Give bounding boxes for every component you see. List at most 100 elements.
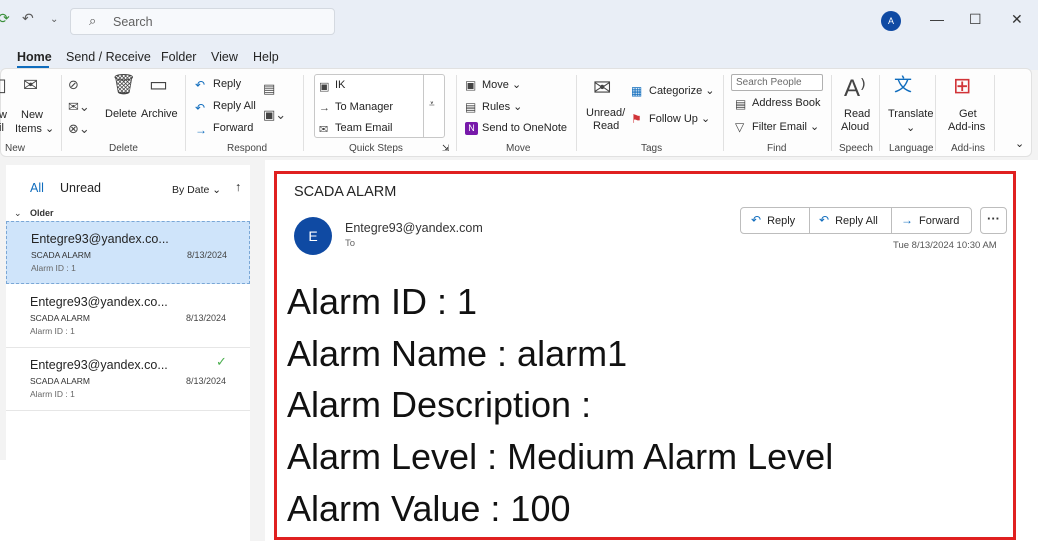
read-aloud-button-line2[interactable]: Aloud — [841, 121, 869, 133]
list-item[interactable]: Entegre93@yandex.co... SCADA ALARM Alarm… — [6, 285, 250, 348]
reply-all-button[interactable]: ↶ Reply All — [819, 208, 878, 233]
rules-button[interactable]: Rules ⌄ — [482, 100, 522, 113]
ribbon-reply-all-button[interactable]: Reply All — [213, 100, 256, 112]
group-label-find: Find — [767, 143, 787, 154]
body-line-alarm-description: Alarm Description : — [287, 384, 592, 425]
address-book-icon: ▤ — [735, 97, 747, 111]
ribbon-reply-button[interactable]: Reply — [213, 78, 241, 90]
filter-unread-tab[interactable]: Unread — [60, 181, 101, 195]
junk-icon[interactable]: ⊗⌄ — [68, 121, 90, 137]
ribbon-separator — [994, 75, 995, 151]
tab-send-receive[interactable]: Send / Receive — [66, 50, 151, 64]
follow-up-button[interactable]: Follow Up ⌄ — [649, 112, 710, 125]
meeting-icon[interactable]: ▤ — [263, 81, 275, 97]
quick-steps-expand-icon[interactable]: ⩡ — [429, 99, 435, 110]
search-placeholder: Search — [113, 15, 153, 29]
translate-dropdown[interactable]: ⌄ — [906, 121, 915, 134]
delete-button[interactable]: Delete — [105, 108, 137, 120]
filter-all-tab[interactable]: All — [30, 181, 44, 195]
archive-icon[interactable]: ▭ — [149, 75, 168, 95]
get-add-ins-button[interactable]: Get — [959, 108, 977, 120]
ribbon-collapse-icon[interactable]: ⌄ — [1015, 137, 1024, 150]
message-preview: Alarm ID : 1 — [31, 263, 76, 273]
reply-icon: ↶ — [751, 213, 762, 227]
sort-by-date-button[interactable]: By Date ⌄ — [172, 184, 221, 196]
undo-icon[interactable]: ↶ — [22, 10, 34, 27]
account-avatar[interactable]: A — [881, 11, 901, 31]
categorize-icon: ▦ — [631, 84, 643, 98]
trash-icon[interactable]: 🗑 — [111, 75, 136, 95]
new-items-dropdown[interactable]: Items ⌄ — [15, 122, 54, 135]
section-header-older[interactable]: ⌄ Older — [8, 208, 250, 222]
search-input[interactable]: ⌕ Search — [70, 8, 335, 35]
new-email-fragment[interactable]: w — [0, 109, 7, 121]
quick-step-team-email[interactable]: Team Email — [335, 122, 392, 134]
body-line-alarm-level: Alarm Level : Medium Alarm Level — [287, 436, 834, 477]
tab-folder[interactable]: Folder — [161, 50, 196, 64]
search-people-input[interactable]: Search People — [731, 74, 823, 91]
move-icon: ▣ — [465, 78, 477, 92]
action-divider — [891, 208, 892, 233]
read-aloud-icon[interactable]: A⁾ — [844, 77, 866, 101]
message-date: 8/13/2024 — [187, 250, 228, 260]
message-preview: Alarm ID : 1 — [30, 389, 75, 399]
ribbon: ▯ w il ✉ New Items ⌄ New ⊘ ✉⌄ ⊗⌄ 🗑 Delet… — [0, 68, 1032, 157]
send-to-onenote-button[interactable]: Send to OneNote — [482, 122, 567, 134]
quick-steps-divider — [423, 75, 424, 137]
message-preview: Alarm ID : 1 — [30, 326, 75, 336]
new-items-button[interactable]: New — [21, 109, 43, 121]
menu-tabs: Home Send / Receive Folder View Help — [0, 42, 1038, 70]
sender-avatar[interactable]: E — [294, 217, 332, 255]
quick-step-ik[interactable]: IK — [335, 79, 345, 91]
body-line-alarm-id: Alarm ID : 1 — [287, 281, 478, 322]
add-ins-icon[interactable]: ⊞ — [953, 75, 971, 97]
section-label: Older — [30, 208, 54, 218]
minimize-icon[interactable]: — — [930, 11, 944, 27]
ribbon-forward-button[interactable]: Forward — [213, 122, 253, 134]
sender-address[interactable]: Entegre93@yandex.com — [345, 221, 483, 235]
ribbon-separator — [576, 75, 577, 151]
sync-icon[interactable]: ⟳ — [0, 10, 10, 27]
ignore-icon[interactable]: ⊘ — [68, 77, 79, 93]
forward-icon: → — [901, 213, 913, 227]
quick-steps-launcher-icon[interactable]: ⇲ — [442, 143, 450, 154]
tab-view[interactable]: View — [211, 50, 238, 64]
read-aloud-button[interactable]: Read — [844, 108, 870, 120]
address-book-button[interactable]: Address Book — [752, 97, 820, 109]
unread-read-button[interactable]: Unread/ — [586, 107, 625, 119]
clean-up-icon[interactable]: ✉⌄ — [68, 99, 90, 115]
sort-direction-icon[interactable]: ↑ — [235, 180, 241, 194]
filter-email-button[interactable]: Filter Email ⌄ — [752, 120, 819, 133]
reply-button[interactable]: ↶ Reply — [751, 208, 795, 233]
list-item[interactable]: ✓ Entegre93@yandex.co... SCADA ALARM Ala… — [6, 348, 250, 411]
translate-icon[interactable]: 文 — [894, 76, 912, 94]
close-icon[interactable]: ✕ — [1011, 11, 1023, 28]
reply-all-icon: ↶ — [819, 213, 830, 227]
move-button[interactable]: Move ⌄ — [482, 78, 521, 91]
unread-read-icon[interactable]: ✉ — [593, 77, 611, 99]
to-label: To — [345, 238, 356, 249]
group-label-language: Language — [889, 143, 934, 154]
archive-button[interactable]: Archive — [141, 108, 178, 120]
ribbon-separator — [723, 75, 724, 151]
new-items-icon[interactable]: ✉ — [23, 76, 38, 94]
unread-read-button-line2[interactable]: Read — [593, 120, 619, 132]
more-actions-button[interactable]: ··· — [980, 207, 1007, 234]
translate-button[interactable]: Translate — [888, 108, 933, 120]
new-email-icon[interactable]: ▯ — [0, 76, 7, 94]
list-item[interactable]: Entegre93@yandex.co... SCADA ALARM Alarm… — [6, 221, 250, 284]
rules-icon: ▤ — [465, 100, 477, 114]
forward-button[interactable]: → Forward — [901, 208, 959, 233]
get-add-ins-button-line2[interactable]: Add-ins — [948, 121, 985, 133]
maximize-icon[interactable]: ☐ — [969, 11, 982, 28]
body-line-alarm-name: Alarm Name : alarm1 — [287, 333, 628, 374]
tab-help[interactable]: Help — [253, 50, 279, 64]
quick-access-dropdown-icon[interactable]: ⌄ — [50, 14, 58, 25]
more-respond-icon[interactable]: ▣⌄ — [263, 107, 286, 123]
reply-icon: ↶ — [195, 78, 206, 92]
quick-step-to-manager[interactable]: To Manager — [335, 101, 393, 113]
action-divider — [809, 208, 810, 233]
categorize-button[interactable]: Categorize ⌄ — [649, 84, 714, 97]
tab-home[interactable]: Home — [17, 50, 52, 64]
new-email-fragment-2[interactable]: il — [0, 122, 4, 134]
